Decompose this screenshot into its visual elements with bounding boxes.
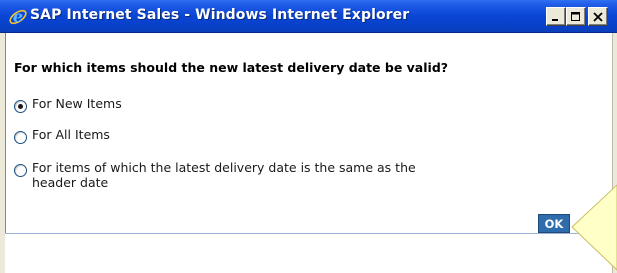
title-bar[interactable]: e SAP Internet Sales - Windows Internet …: [0, 0, 617, 33]
minimize-button[interactable]: [546, 7, 566, 26]
svg-text:e: e: [13, 7, 23, 26]
window-right-border: [612, 33, 617, 273]
close-button[interactable]: [588, 7, 608, 26]
option-new-items[interactable]: For New Items: [14, 96, 122, 113]
minimize-icon: [552, 18, 558, 21]
radio-new-items[interactable]: [14, 100, 27, 113]
window-title: SAP Internet Sales - Windows Internet Ex…: [30, 7, 410, 23]
option-same-date-line2: header date: [32, 175, 109, 190]
radio-all-items[interactable]: [14, 131, 27, 144]
option-same-date-items-label[interactable]: For items of which the latest delivery d…: [32, 160, 416, 190]
option-all-items-label[interactable]: For All Items: [32, 127, 110, 142]
option-same-date-line1: For items of which the latest delivery d…: [32, 160, 416, 175]
stage: e SAP Internet Sales - Windows Internet …: [0, 0, 617, 273]
browser-window: e SAP Internet Sales - Windows Internet …: [0, 0, 617, 273]
dialog-question: For which items should the new latest de…: [14, 60, 449, 75]
maximize-icon: [571, 11, 580, 21]
option-all-items[interactable]: For All Items: [14, 127, 110, 144]
option-same-date-items[interactable]: For items of which the latest delivery d…: [14, 160, 416, 190]
dialog-footer: [5, 234, 612, 273]
maximize-button[interactable]: [566, 7, 586, 26]
radio-same-date-items[interactable]: [14, 164, 27, 177]
internet-explorer-icon: e: [9, 7, 27, 26]
option-new-items-label[interactable]: For New Items: [32, 96, 122, 111]
close-icon: [593, 11, 603, 22]
ok-button[interactable]: OK: [538, 214, 570, 233]
